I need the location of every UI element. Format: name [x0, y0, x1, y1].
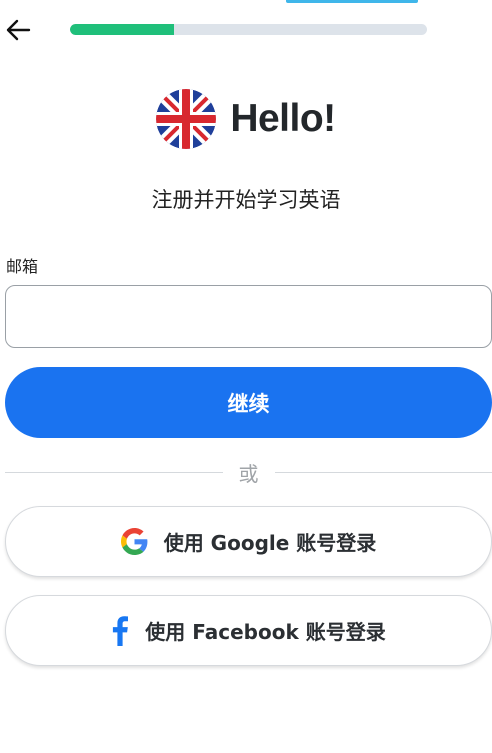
- uk-flag-icon: [156, 89, 217, 149]
- or-divider: 或: [5, 458, 492, 486]
- divider-line-right: [274, 471, 492, 473]
- progress-fill: [70, 24, 174, 35]
- google-login-label: 使用 Google 账号登录: [163, 531, 377, 555]
- facebook-login-button[interactable]: 使用 Facebook 账号登录: [5, 595, 492, 666]
- continue-button[interactable]: 继续: [5, 367, 492, 438]
- subtitle: 注册并开始学习英语: [151, 188, 341, 212]
- email-label: 邮箱: [6, 257, 39, 276]
- back-button[interactable]: [4, 16, 32, 44]
- divider-line-left: [5, 471, 223, 473]
- facebook-icon: [111, 615, 129, 646]
- continue-button-label: 继续: [227, 391, 270, 416]
- arrow-left-icon: [5, 19, 31, 41]
- divider-text: 或: [238, 461, 259, 486]
- top-strip: [286, 0, 418, 3]
- facebook-login-label: 使用 Facebook 账号登录: [145, 620, 386, 644]
- progress-bar: [70, 24, 427, 35]
- hero-title: Hello!: [230, 97, 336, 140]
- signup-screen: Hello! 注册并开始学习英语 邮箱 继续 或 使用 Google 账号登录 …: [0, 0, 492, 753]
- google-login-button[interactable]: 使用 Google 账号登录: [5, 506, 492, 577]
- hero: Hello!: [0, 88, 492, 150]
- email-field[interactable]: [5, 285, 492, 348]
- google-icon: [120, 528, 148, 555]
